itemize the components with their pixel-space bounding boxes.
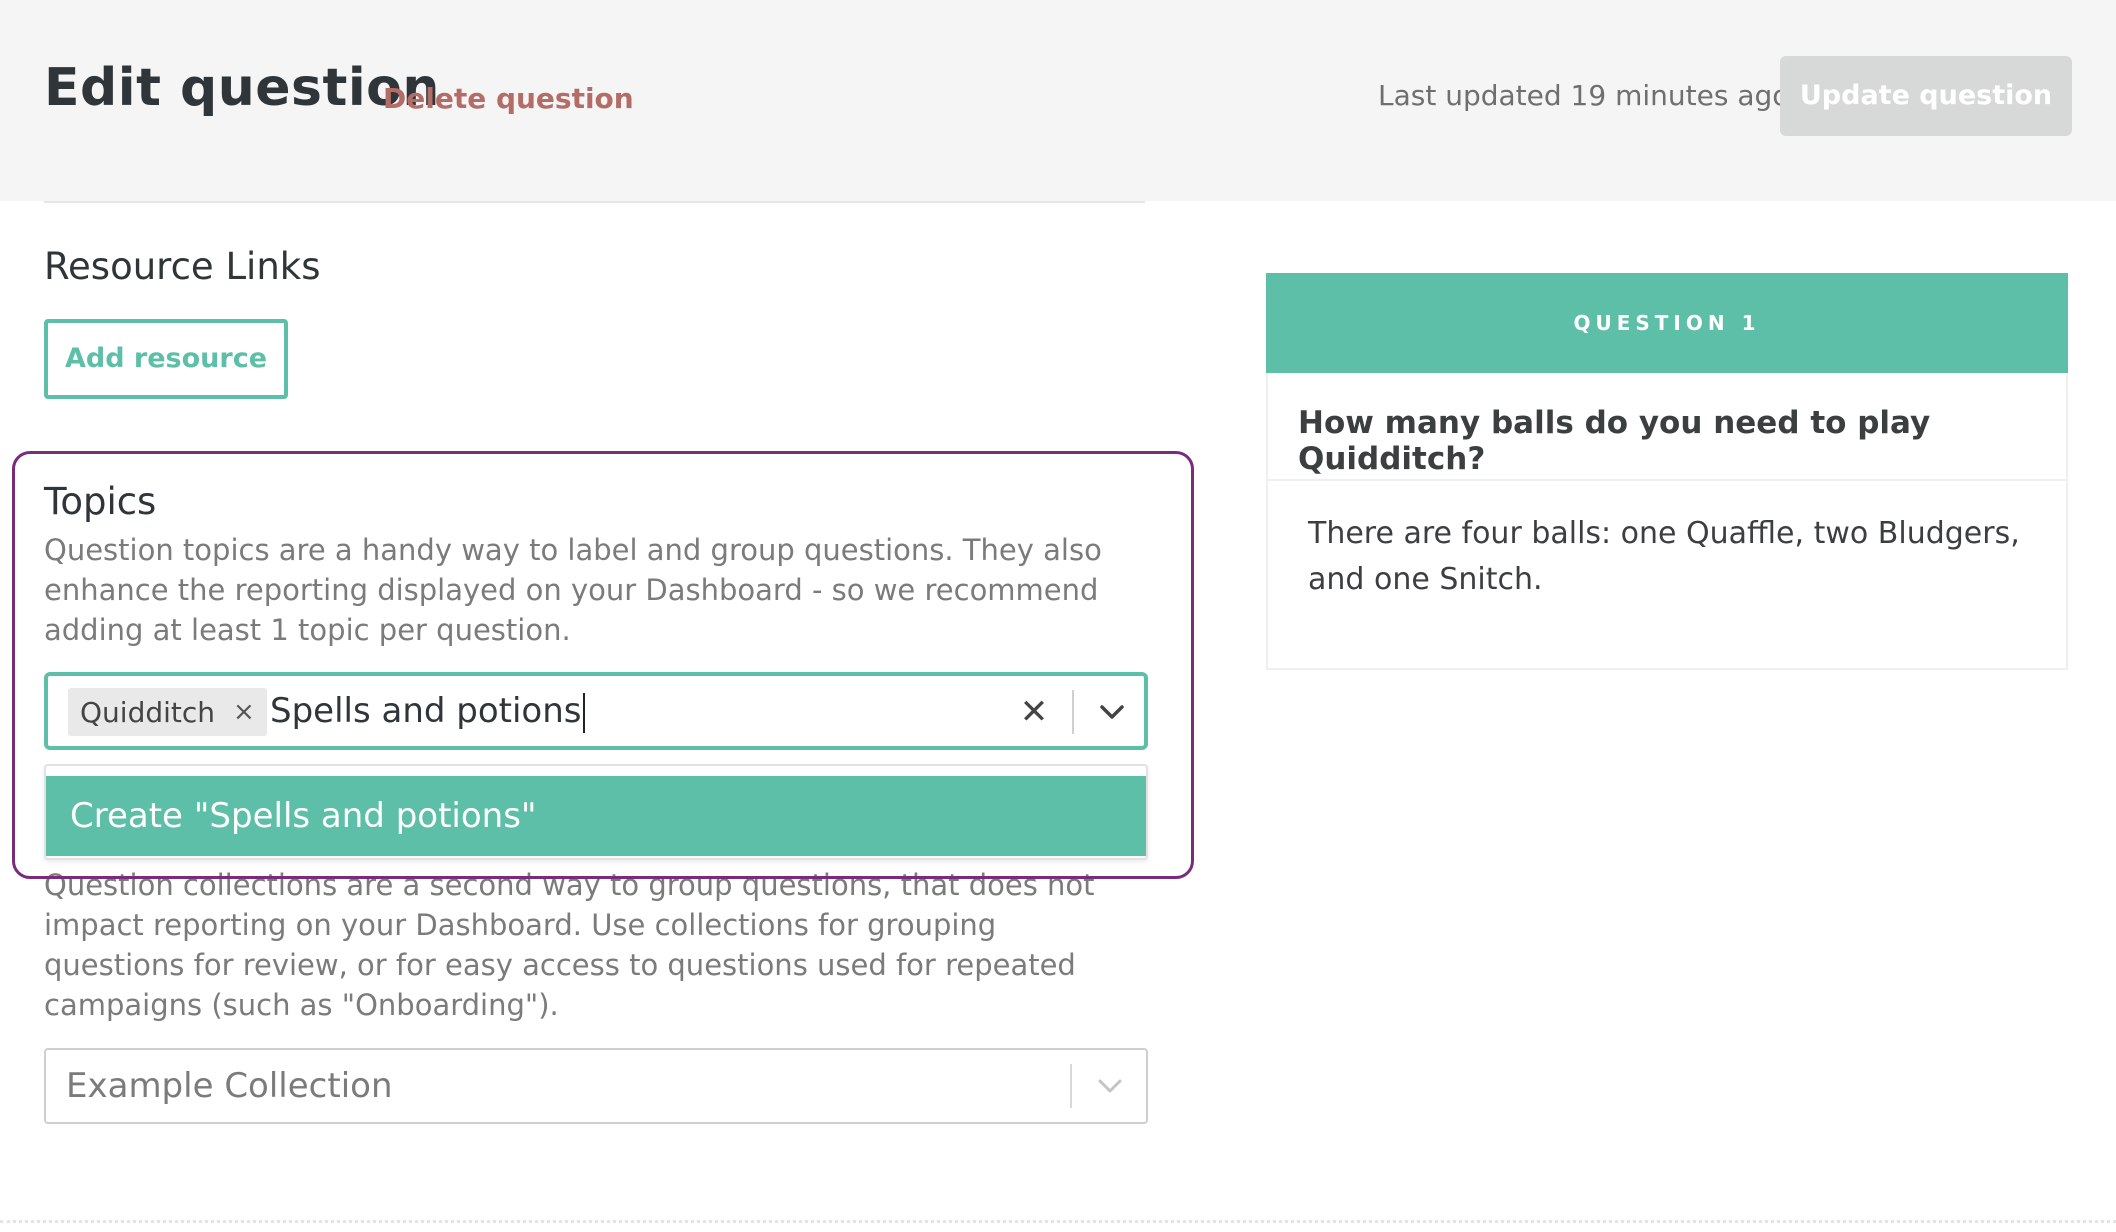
chevron-down-icon[interactable] (1092, 692, 1132, 732)
preview-card-header: QUESTION 1 (1266, 273, 2068, 373)
chevron-down-icon[interactable] (1090, 1066, 1130, 1106)
question-preview-card: QUESTION 1 How many balls do you need to… (1266, 273, 2068, 670)
delete-question-link[interactable]: Delete question (383, 82, 634, 115)
bottom-divider (0, 1220, 2116, 1223)
topics-dropdown-menu: Create "Spells and potions" (44, 764, 1148, 860)
resource-links-heading: Resource Links (44, 245, 321, 288)
preview-question-text: How many balls do you need to play Quidd… (1298, 405, 1931, 477)
add-resource-button[interactable]: Add resource (44, 319, 288, 399)
text-caret (582, 692, 585, 733)
page-title: Edit question (44, 58, 440, 118)
select-separator (1070, 1064, 1072, 1108)
topic-chip: Quidditch × (68, 688, 267, 736)
collection-select[interactable]: Example Collection (44, 1048, 1148, 1124)
topics-search-input[interactable]: Spells and potions (270, 691, 585, 733)
topics-heading: Topics (44, 480, 157, 523)
create-topic-option[interactable]: Create "Spells and potions" (46, 776, 1146, 856)
topics-select[interactable]: Quidditch × Spells and potions ✕ (44, 672, 1148, 750)
clear-icon[interactable]: ✕ (1016, 692, 1052, 732)
card-divider (1268, 479, 2066, 481)
select-separator (1072, 690, 1074, 734)
topic-chip-label: Quidditch (80, 695, 216, 729)
preview-answer-text: There are four balls: one Quaffle, two B… (1308, 516, 2020, 597)
topics-help-text: Question topics are a handy way to label… (44, 533, 1102, 647)
collection-select-value: Example Collection (66, 1066, 393, 1106)
header-bar: Edit question Delete question Last updat… (0, 0, 2116, 201)
last-updated-text: Last updated 19 minutes ago (1378, 79, 1790, 112)
chip-remove-icon[interactable]: × (233, 697, 255, 727)
update-question-button[interactable]: Update question (1780, 56, 2072, 136)
topics-input-value: Spells and potions (270, 691, 582, 731)
collections-help-text: Question collections are a second way to… (44, 868, 1095, 1022)
section-divider (44, 201, 1145, 203)
